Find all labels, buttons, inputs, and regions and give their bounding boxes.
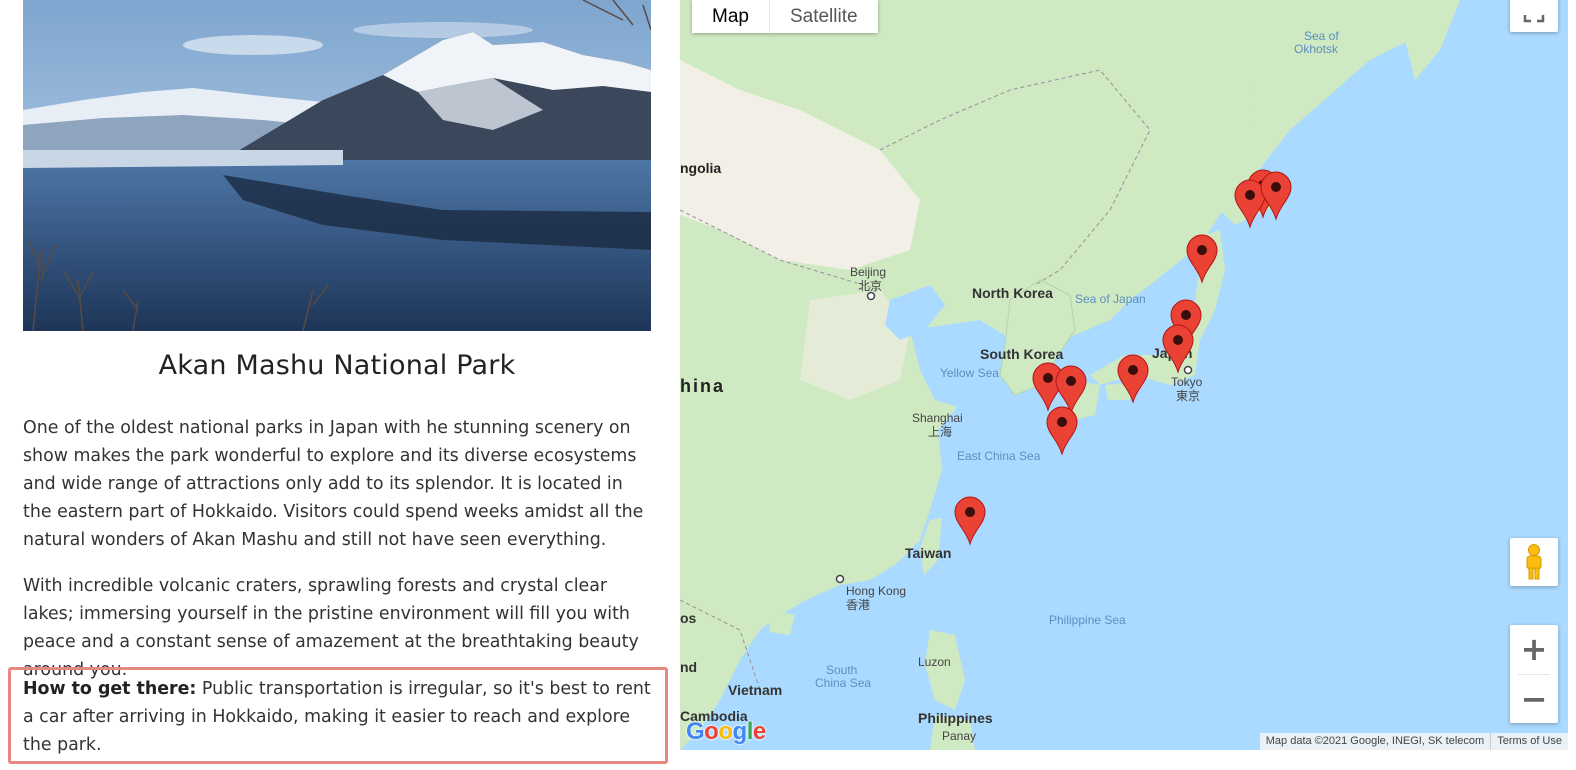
label-china: hina: [680, 376, 725, 396]
zoom-in-button[interactable]: +: [1510, 625, 1558, 674]
label-south-korea: South Korea: [980, 346, 1063, 362]
label-hainan-fragment: nd: [680, 659, 697, 675]
fullscreen-button[interactable]: [1510, 0, 1558, 32]
label-beijing-cjk: 北京: [858, 279, 882, 293]
label-north-korea: North Korea: [972, 285, 1053, 301]
zoom-out-button[interactable]: −: [1510, 674, 1558, 723]
label-taiwan: Taiwan: [905, 545, 951, 561]
description-paragraph-1: One of the oldest national parks in Japa…: [23, 418, 644, 550]
label-philippines: Philippines: [918, 710, 993, 726]
map-type-satellite-button[interactable]: Satellite: [769, 0, 878, 33]
park-title: Akan Mashu National Park: [158, 350, 516, 381]
label-laos: os: [680, 610, 697, 626]
map-canvas[interactable]: ngolia hina North Korea South Korea Japa…: [680, 0, 1568, 750]
city-dot-hong-kong: [835, 574, 845, 584]
label-yellow-sea: Yellow Sea: [940, 366, 999, 380]
label-sea-of-okhotsk-2: Okhotsk: [1294, 42, 1339, 56]
zoom-control: + −: [1510, 625, 1558, 723]
city-dot-tokyo: [1183, 365, 1193, 375]
label-shanghai-cjk: 上海: [928, 424, 952, 439]
label-tokyo: Tokyo: [1171, 375, 1203, 389]
label-hong-kong-cjk: 香港: [846, 598, 870, 612]
label-shanghai: Shanghai: [912, 411, 963, 425]
map-type-map-button[interactable]: Map: [692, 0, 769, 33]
article-panel: Akan Mashu National Park One of the olde…: [0, 0, 680, 770]
map-panel[interactable]: ngolia hina North Korea South Korea Japa…: [680, 0, 1568, 750]
label-mongolia: ngolia: [680, 160, 721, 176]
label-south-china-sea-1: South: [826, 663, 857, 677]
label-tokyo-cjk: 東京: [1176, 389, 1200, 403]
fullscreen-icon: [1523, 15, 1545, 23]
label-philippine-sea: Philippine Sea: [1049, 613, 1126, 627]
label-south-china-sea-2: China Sea: [815, 676, 871, 690]
google-logo[interactable]: Google: [686, 718, 766, 746]
how-to-get-there-label: How to get there:: [23, 679, 197, 699]
pegman-icon: [1526, 544, 1542, 580]
city-dot-beijing: [866, 291, 876, 301]
park-hero-image: [23, 0, 651, 331]
street-view-pegman-button[interactable]: [1510, 538, 1558, 586]
label-east-china-sea: East China Sea: [957, 449, 1041, 463]
map-type-control: Map Satellite: [692, 0, 878, 33]
label-sea-of-japan: Sea of Japan: [1075, 292, 1146, 306]
label-hong-kong: Hong Kong: [846, 584, 906, 598]
how-to-get-there-paragraph: How to get there: Public transportation …: [23, 675, 653, 759]
map-attribution-bar: Map data ©2021 Google, INEGI, SK telecom…: [1259, 733, 1568, 750]
terms-of-use-link[interactable]: Terms of Use: [1490, 733, 1568, 750]
label-sea-of-okhotsk-1: Sea of: [1304, 29, 1339, 43]
label-vietnam: Vietnam: [728, 682, 782, 698]
label-luzon: Luzon: [918, 655, 951, 669]
map-attribution-text: Map data ©2021 Google, INEGI, SK telecom: [1265, 735, 1485, 747]
label-beijing: Beijing: [850, 265, 886, 279]
label-panay: Panay: [942, 729, 976, 743]
